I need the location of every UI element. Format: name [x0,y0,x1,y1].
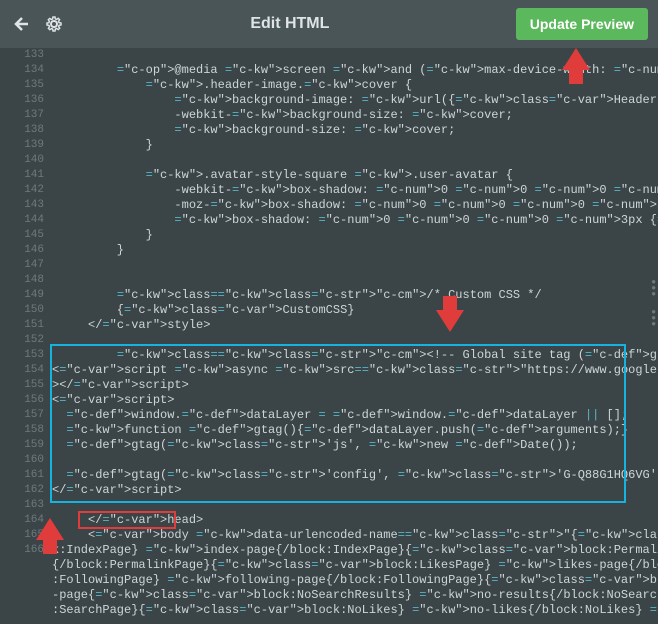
update-preview-button[interactable]: Update Preview [516,8,648,40]
gear-icon[interactable] [44,14,64,34]
editor-header: Edit HTML Update Preview [0,0,658,48]
page-title: Edit HTML [64,15,516,33]
back-icon[interactable] [10,14,30,34]
scroll-dots: ●●●●●● [651,280,656,328]
code-editor[interactable]: ="c-op">@media ="c-kw">screen ="c-kw">an… [52,48,652,624]
line-gutter: 1331341351361371381391401411421431441451… [0,48,50,624]
